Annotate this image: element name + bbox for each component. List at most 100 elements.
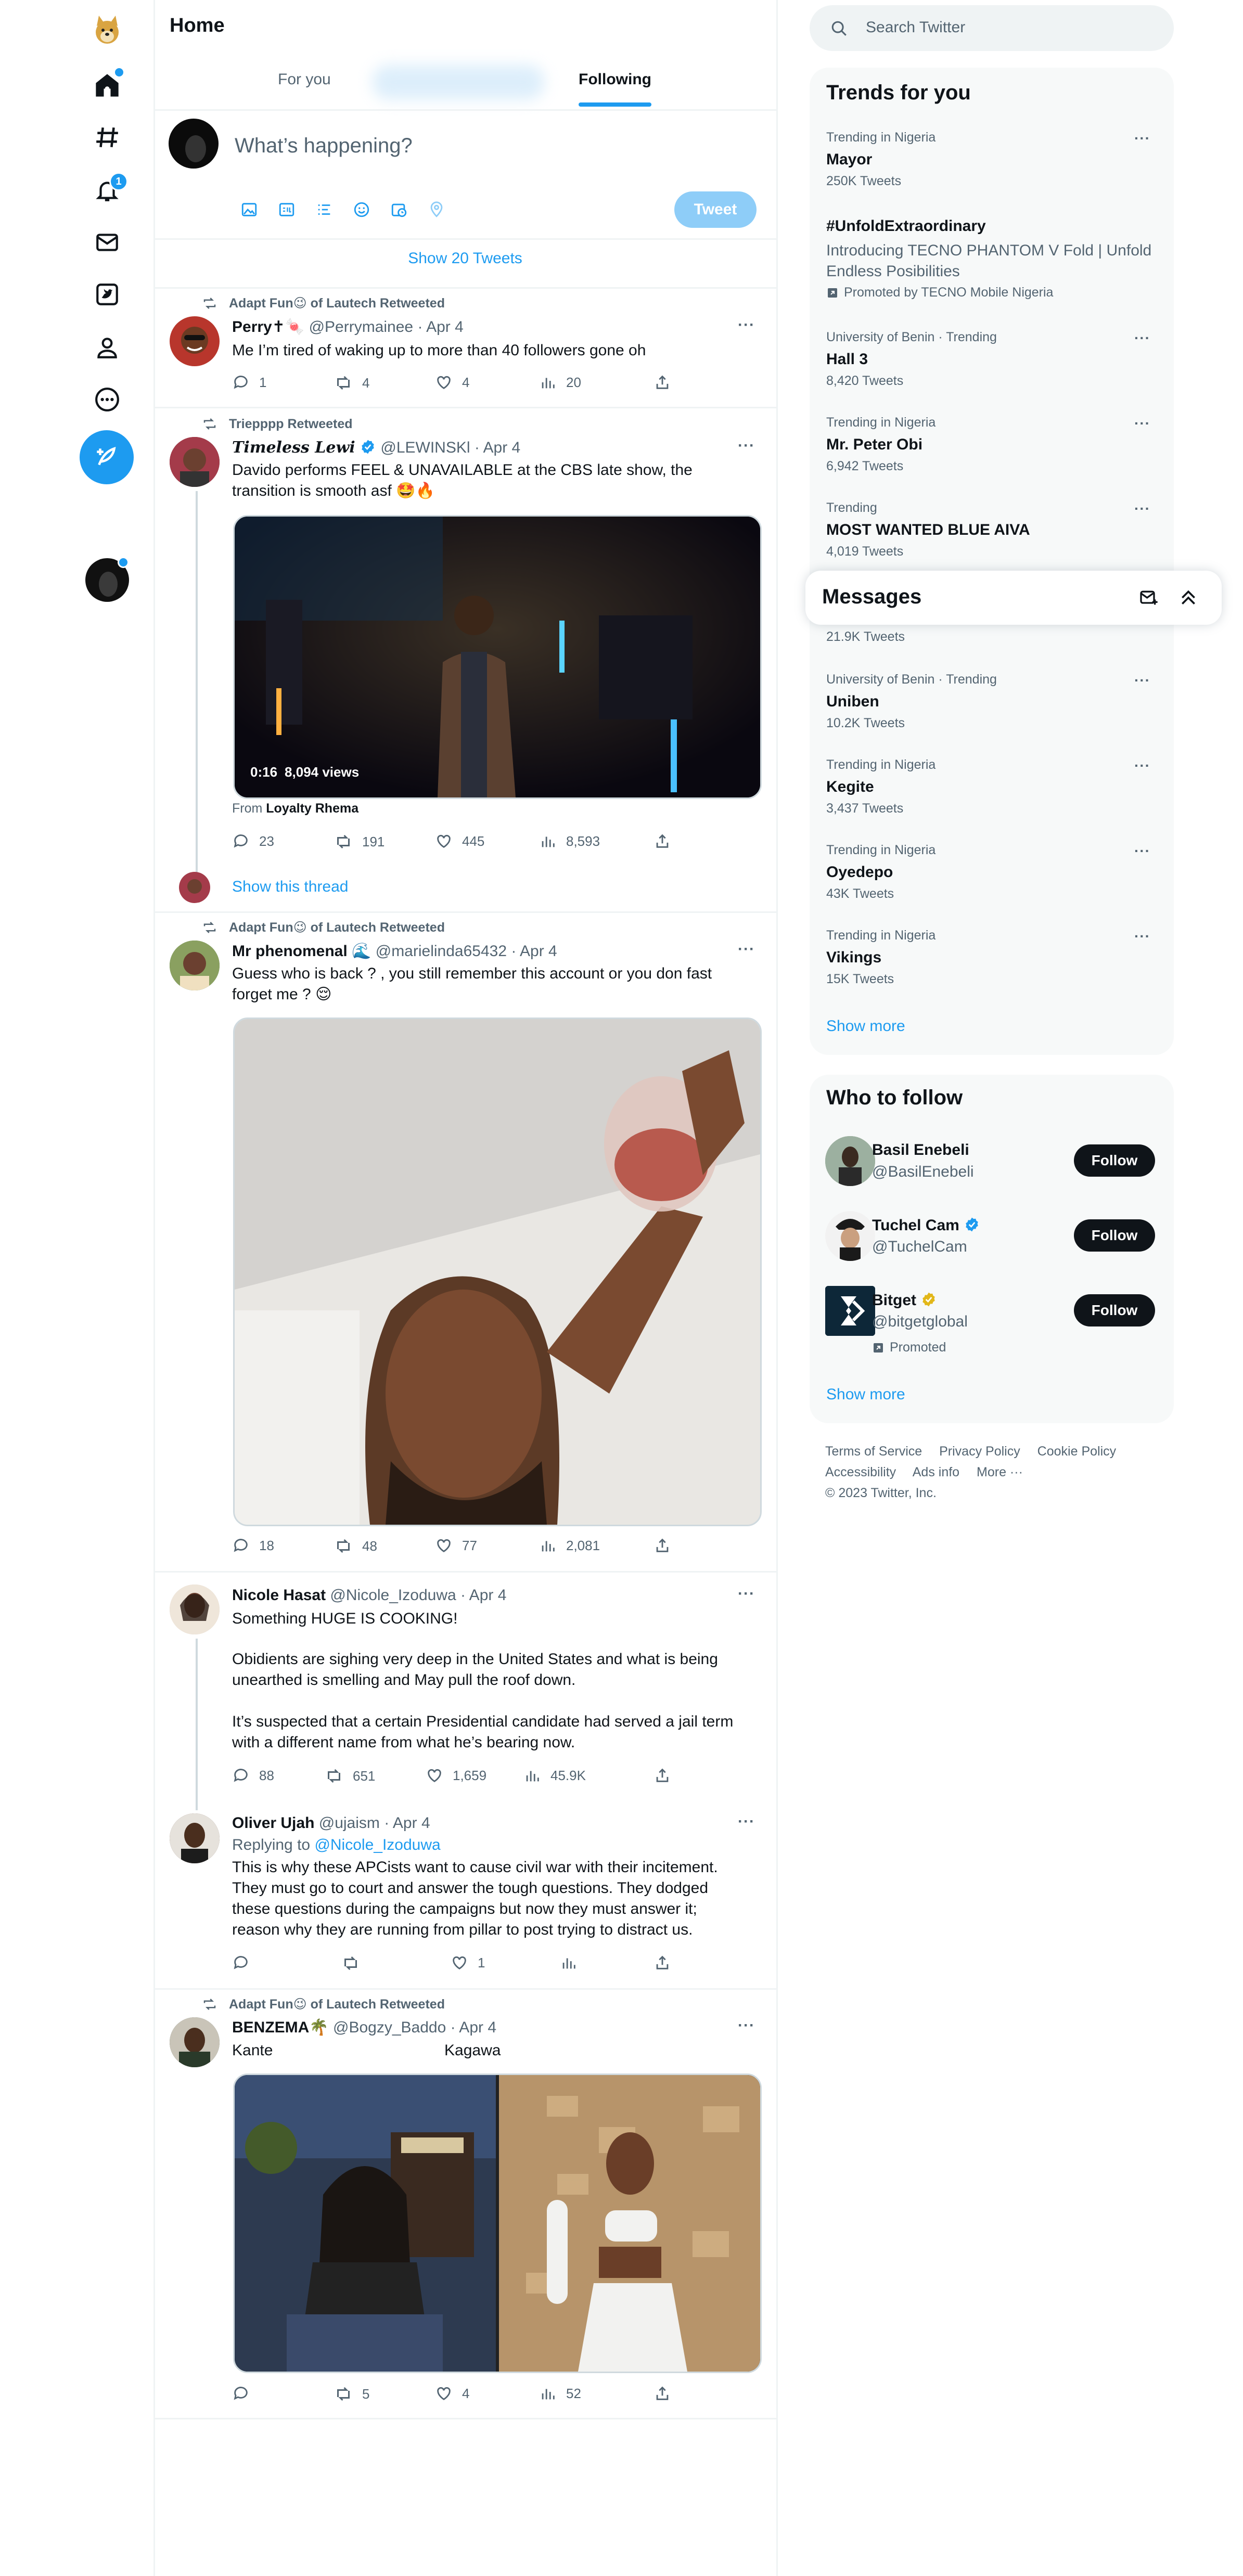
- compose-input[interactable]: What’s happening?: [235, 134, 413, 158]
- tweet-button[interactable]: Tweet: [674, 191, 757, 228]
- doge-logo-icon[interactable]: [88, 11, 126, 49]
- tweet-date[interactable]: · Apr 4: [511, 943, 557, 960]
- views-button[interactable]: 20: [539, 373, 581, 391]
- gold-verified-badge-icon[interactable]: [920, 1291, 937, 1308]
- tweet-avatar[interactable]: [170, 437, 220, 487]
- reply-button[interactable]: 23: [232, 832, 274, 850]
- trend-more-button[interactable]: ···: [1134, 330, 1150, 346]
- tab-following[interactable]: Following: [579, 71, 651, 88]
- views-button[interactable]: 45.9K: [523, 1767, 586, 1784]
- tweet-avatar[interactable]: [170, 1585, 220, 1634]
- thread-avatar-small[interactable]: [179, 872, 210, 903]
- verified-badge-icon[interactable]: [964, 1216, 980, 1233]
- retweet-button[interactable]: 48: [334, 1537, 377, 1555]
- tweet-avatar[interactable]: [170, 1813, 220, 1863]
- tweet-date[interactable]: · Apr 4: [475, 439, 520, 456]
- share-button[interactable]: [653, 1954, 671, 1972]
- compose-tweet-button[interactable]: [80, 430, 134, 484]
- views-button[interactable]: 8,593: [539, 832, 600, 850]
- show-thread-link[interactable]: Show this thread: [232, 878, 348, 896]
- trend-name[interactable]: Hall 3: [826, 351, 868, 368]
- footer-link[interactable]: Cookie Policy: [1037, 1444, 1116, 1459]
- tweet-author-handle[interactable]: @Nicole_Izoduwa: [330, 1587, 456, 1604]
- trend-more-button[interactable]: ···: [1134, 928, 1150, 945]
- tweet-date[interactable]: · Apr 4: [417, 318, 463, 336]
- like-button[interactable]: 445: [435, 832, 484, 850]
- suggested-name[interactable]: Basil Enebeli: [872, 1141, 969, 1159]
- trend-more-button[interactable]: ···: [1134, 500, 1150, 517]
- trend-name[interactable]: Kegite: [826, 778, 874, 796]
- trend-name[interactable]: Mr. Peter Obi: [826, 436, 922, 454]
- tweet-image-grid[interactable]: [233, 2073, 762, 2373]
- retweet-button[interactable]: 4: [334, 373, 369, 392]
- trend-more-button[interactable]: ···: [1134, 843, 1150, 859]
- tweet-author-handle[interactable]: @marielinda65432: [376, 943, 507, 960]
- tweet-author-handle[interactable]: @Bogzy_Baddo: [333, 2019, 446, 2036]
- tweet-author-handle[interactable]: @Perrymainee: [309, 318, 414, 336]
- retweet-button[interactable]: 5: [334, 2385, 369, 2403]
- views-button[interactable]: 52: [539, 2385, 581, 2402]
- messages-envelope-icon[interactable]: [88, 224, 126, 261]
- location-pin-icon[interactable]: [425, 198, 448, 222]
- like-button[interactable]: 77: [435, 1537, 477, 1554]
- explore-hashtag-icon[interactable]: [88, 119, 126, 156]
- tweet-author-handle[interactable]: @ujaism: [319, 1814, 380, 1832]
- tweet-image[interactable]: [233, 1017, 762, 1526]
- twitter-blue-icon[interactable]: [88, 276, 126, 313]
- search-input[interactable]: Search Twitter: [866, 19, 965, 36]
- suggested-handle[interactable]: @bitgetglobal: [872, 1313, 968, 1331]
- trend-name[interactable]: Uniben: [826, 693, 879, 711]
- poll-icon[interactable]: [312, 198, 336, 222]
- tweet-avatar[interactable]: [170, 2017, 220, 2067]
- tweet-more-button[interactable]: ···: [738, 316, 755, 334]
- follow-button[interactable]: Follow: [1074, 1144, 1155, 1177]
- reply-button[interactable]: [232, 2385, 250, 2402]
- profile-person-icon[interactable]: [88, 329, 126, 366]
- media-image-icon[interactable]: [237, 198, 261, 222]
- tweet-more-button[interactable]: ···: [738, 941, 755, 958]
- tweet-more-button[interactable]: ···: [738, 437, 755, 455]
- tweet-more-button[interactable]: ···: [738, 1585, 755, 1603]
- composer-avatar[interactable]: [169, 119, 219, 169]
- footer-link[interactable]: Terms of Service: [825, 1444, 922, 1459]
- like-button[interactable]: 1,659: [426, 1767, 486, 1784]
- video-source-name[interactable]: Loyalty Rhema: [266, 801, 358, 816]
- trend-name[interactable]: Oyedepo: [826, 864, 893, 881]
- gif-icon[interactable]: [275, 198, 299, 222]
- trend-name[interactable]: Vikings: [826, 949, 881, 967]
- verified-badge-icon[interactable]: [360, 439, 376, 455]
- reply-button[interactable]: 1: [232, 373, 266, 391]
- suggested-handle[interactable]: @BasilEnebeli: [872, 1163, 974, 1181]
- follow-button[interactable]: Follow: [1074, 1219, 1155, 1252]
- suggested-handle[interactable]: @TuchelCam: [872, 1238, 967, 1256]
- trend-name[interactable]: Mayor: [826, 151, 872, 169]
- schedule-icon[interactable]: [387, 198, 411, 222]
- like-button[interactable]: 4: [435, 2385, 469, 2402]
- trend-more-button[interactable]: ···: [1134, 130, 1150, 147]
- share-button[interactable]: [653, 1767, 671, 1784]
- suggested-avatar[interactable]: [825, 1211, 875, 1261]
- trend-more-button[interactable]: ···: [1134, 672, 1150, 689]
- footer-link[interactable]: Privacy Policy: [939, 1444, 1020, 1459]
- trend-more-button[interactable]: ···: [1134, 757, 1150, 774]
- more-options-icon[interactable]: [88, 381, 126, 418]
- footer-link[interactable]: Ads info: [913, 1465, 959, 1479]
- show-new-tweets-link[interactable]: Show 20 Tweets: [154, 250, 776, 267]
- suggested-name[interactable]: Tuchel Cam: [872, 1217, 959, 1234]
- tweet-author-name[interactable]: 𝑻𝒊𝒎𝒆𝒍𝒆𝒔𝒔 𝑳𝒆𝒘𝒊: [232, 439, 355, 457]
- reply-button[interactable]: [232, 1954, 250, 1972]
- reply-button[interactable]: 18: [232, 1537, 274, 1554]
- footer-link[interactable]: Accessibility: [825, 1465, 896, 1479]
- suggested-name[interactable]: Bitget: [872, 1292, 916, 1309]
- emoji-icon[interactable]: [350, 198, 374, 222]
- tweet-avatar[interactable]: [170, 316, 220, 366]
- expand-chevron-up-icon[interactable]: [1178, 587, 1199, 608]
- footer-more-link[interactable]: More ···: [977, 1465, 1023, 1479]
- new-message-icon[interactable]: [1138, 587, 1159, 608]
- follow-button[interactable]: Follow: [1074, 1294, 1155, 1326]
- trends-show-more-link[interactable]: Show more: [826, 1017, 905, 1035]
- search-box[interactable]: Search Twitter: [810, 5, 1174, 51]
- tweet-date[interactable]: · Apr 4: [451, 2019, 496, 2036]
- trend-name[interactable]: #UnfoldExtraordinary: [826, 217, 986, 235]
- share-button[interactable]: [653, 373, 671, 391]
